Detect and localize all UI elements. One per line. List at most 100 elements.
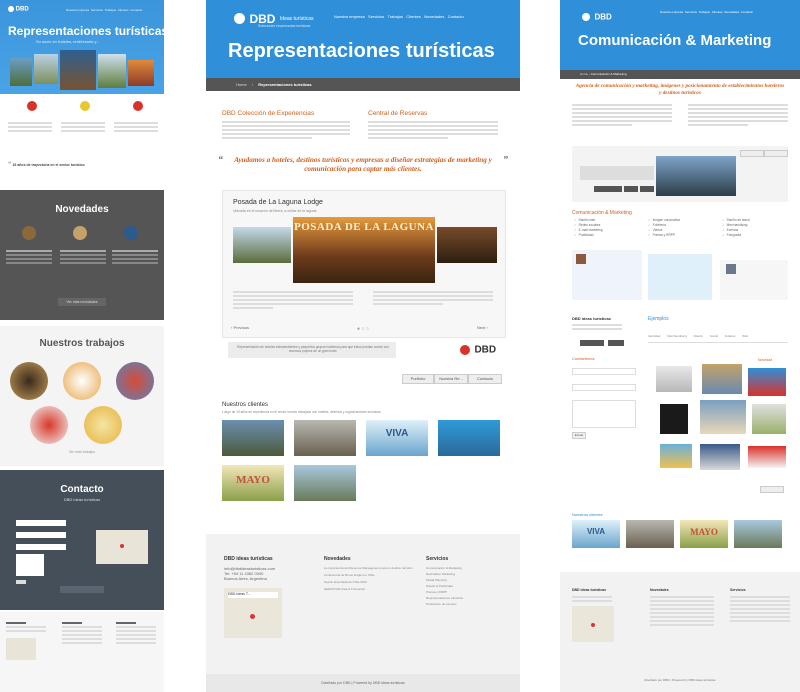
breadcrumb-home[interactable]: Home <box>236 82 247 87</box>
footer-service-link[interactable]: Media Planning <box>426 578 510 582</box>
posada-right-image[interactable] <box>437 227 497 263</box>
nav-item[interactable]: Clientes <box>118 8 129 12</box>
nav-item[interactable]: Novedades <box>724 10 739 14</box>
client-logo[interactable] <box>438 420 500 456</box>
client-logo[interactable] <box>222 420 284 456</box>
right-send-button[interactable]: Enviar <box>572 432 586 439</box>
tab-diseno[interactable]: Diseño <box>694 334 703 338</box>
slider-small-button[interactable] <box>594 186 622 192</box>
right-small-button[interactable] <box>580 340 604 346</box>
trabajo-thumb[interactable] <box>84 406 122 444</box>
client-logo[interactable] <box>734 520 782 548</box>
footer-news-link[interactable]: Sesión Enseñada de Chile 2016 <box>324 580 414 584</box>
right-form-input[interactable] <box>572 368 636 375</box>
merch-image[interactable] <box>656 366 692 392</box>
merch-image[interactable] <box>660 444 692 468</box>
footer-service-link[interactable]: Comunicación & Marketing <box>426 566 510 570</box>
nav-item[interactable]: Servicios <box>685 10 697 14</box>
right-logo[interactable]: DBD <box>582 8 612 26</box>
footer-service-link[interactable]: Producción de eventos <box>426 602 510 606</box>
tab-social[interactable]: Social <box>710 334 718 338</box>
footer-news-link[interactable]: La importancia del Revenue Management pa… <box>324 566 414 570</box>
tab-folletos[interactable]: Folletos <box>725 334 736 338</box>
nav-item[interactable]: Contacto <box>130 8 142 12</box>
slider-button[interactable] <box>740 150 764 157</box>
posada-main-image[interactable]: POSADA DE LA LAGUNA <box>293 217 435 283</box>
ver-mas-trabajos-button[interactable]: Ver más trabajos <box>58 448 106 456</box>
footer-map[interactable] <box>572 606 614 642</box>
footer-service-link[interactable]: Diseño & Publicidad <box>426 584 510 588</box>
slider-prev-button[interactable]: ‹ Previous <box>231 325 249 330</box>
contacto-button[interactable]: Contacto <box>468 374 502 384</box>
right-form-input[interactable] <box>572 384 636 391</box>
merch-image[interactable] <box>700 444 740 470</box>
contact-submit-label[interactable] <box>60 586 104 593</box>
merch-image[interactable] <box>700 400 746 434</box>
merch-image[interactable] <box>748 368 786 396</box>
client-logo[interactable] <box>294 420 356 456</box>
slider-small-button[interactable] <box>640 186 654 192</box>
nav-item[interactable]: Contacto <box>448 14 464 19</box>
client-logo[interactable]: MAYO <box>680 520 728 548</box>
slider-dots[interactable]: ● ○ ○ <box>357 326 369 332</box>
tab-merchandising[interactable]: Merchandising <box>667 334 687 338</box>
contact-send-button[interactable] <box>16 580 26 584</box>
nav-item[interactable]: Servicios <box>91 8 103 12</box>
nav-item[interactable]: Nuestra empresa <box>66 8 89 12</box>
footer-service-link[interactable]: Prensa y RRPP <box>426 590 510 594</box>
nav-item[interactable]: Clientes <box>712 10 723 14</box>
slider-next-button[interactable]: Next › <box>477 325 488 330</box>
contact-email-input[interactable] <box>16 532 66 538</box>
portfolio-button[interactable]: Portfolio <box>402 374 434 384</box>
trabajo-thumb[interactable] <box>63 362 101 400</box>
nav-item[interactable]: Contacto <box>741 10 753 14</box>
contact-map[interactable] <box>96 530 148 564</box>
nav-item[interactable]: Novedades <box>424 14 444 19</box>
laptop-image[interactable] <box>656 156 736 196</box>
novedad-thumb[interactable] <box>124 226 138 240</box>
contact-phone-input[interactable] <box>16 544 66 550</box>
slider-small-button[interactable] <box>624 186 638 192</box>
trabajo-thumb[interactable] <box>10 362 48 400</box>
contact-name-input[interactable] <box>16 520 66 526</box>
client-logo[interactable] <box>626 520 674 548</box>
client-logo[interactable]: VIVA <box>366 420 428 456</box>
nav-item[interactable]: Nuestra empresa <box>660 10 683 14</box>
ver-mas-novedades-button[interactable]: Ver más novedades <box>58 298 106 306</box>
nav-item[interactable]: Trabajos <box>388 14 403 19</box>
client-logo[interactable] <box>294 465 356 501</box>
footer-news-link[interactable]: SENASTUR Area & Formación <box>324 587 414 591</box>
merch-image[interactable] <box>660 404 688 434</box>
dbd-logo[interactable]: DBD <box>460 341 496 359</box>
footer-service-link[interactable]: Representaciones turísticas <box>426 596 510 600</box>
nav-item[interactable]: Trabajos <box>698 10 710 14</box>
client-logo[interactable]: VIVA <box>572 520 620 548</box>
nav-item[interactable]: Servicios <box>368 14 384 19</box>
footer-news-link[interactable]: Conferencia de Bruno Engler en Chile <box>324 573 414 577</box>
novedad-thumb[interactable] <box>73 226 87 240</box>
right-small-button[interactable] <box>608 340 624 346</box>
client-logo[interactable]: MAYO <box>222 465 284 501</box>
left-logo[interactable]: DBD <box>8 6 29 13</box>
novedad-thumb[interactable] <box>22 226 36 240</box>
ver-mas-button[interactable] <box>760 486 784 493</box>
footer-service-link[interactable]: Destination Marketing <box>426 572 510 576</box>
slider-button[interactable] <box>764 150 788 157</box>
posada-left-image[interactable] <box>233 227 291 263</box>
breadcrumb-home[interactable]: Home <box>580 72 588 76</box>
footer-map[interactable] <box>6 638 36 660</box>
trabajo-thumb[interactable] <box>116 362 154 400</box>
right-form-textarea[interactable] <box>572 400 636 428</box>
nav-item[interactable]: Nuestra empresa <box>334 14 365 19</box>
tab-identidad[interactable]: Identidad <box>648 334 660 338</box>
nav-item[interactable]: Clientes <box>406 14 420 19</box>
tab-web[interactable]: Web <box>742 334 748 338</box>
nuestra-red-button[interactable]: Nuestra Re... <box>434 374 468 384</box>
contact-message-input[interactable] <box>16 554 44 576</box>
merch-image[interactable] <box>752 404 786 434</box>
footer-map[interactable]: DBD Ideas T... <box>224 588 282 638</box>
merch-image[interactable] <box>748 446 786 468</box>
merch-image[interactable] <box>702 364 742 394</box>
nav-item[interactable]: Trabajos <box>104 8 116 12</box>
trabajo-thumb[interactable] <box>30 406 68 444</box>
